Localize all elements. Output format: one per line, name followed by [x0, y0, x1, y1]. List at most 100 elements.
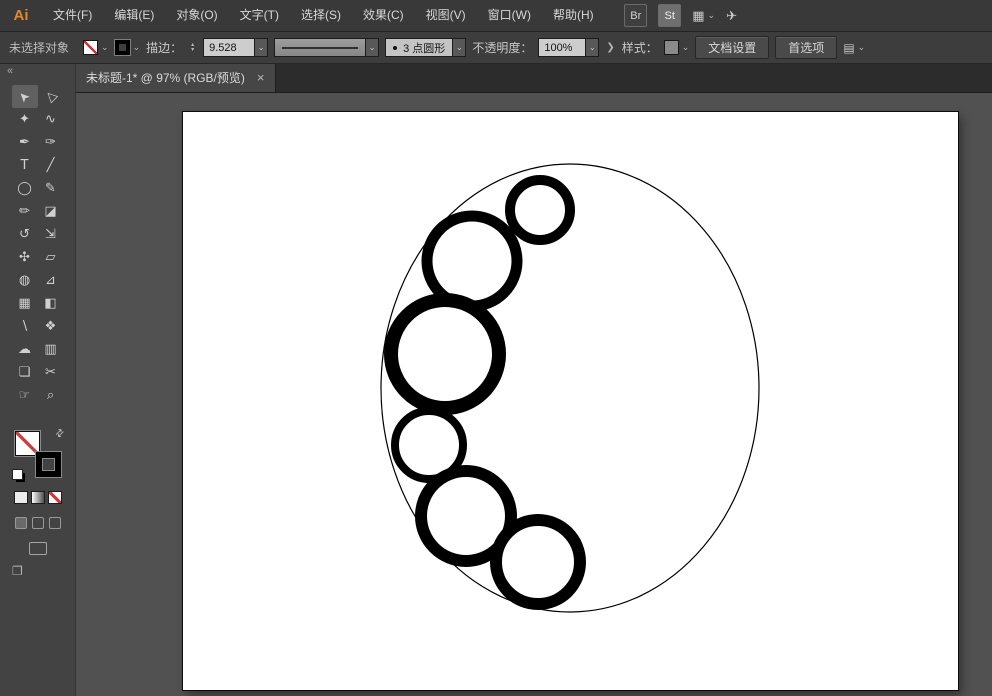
eyedropper-tool-icon: ∖	[20, 319, 28, 334]
symbol-sprayer-tool[interactable]: ☁	[12, 338, 38, 361]
chevron-down-icon: ⌄	[133, 42, 141, 53]
menu-item[interactable]: 对象(O)	[165, 0, 228, 31]
opacity-field[interactable]: 100%	[538, 38, 586, 57]
menubar-right: Br St ▦ ⌄ ✈	[624, 4, 737, 27]
menu-item[interactable]: 文字(T)	[229, 0, 290, 31]
fill-color-dropdown[interactable]: ⌄	[83, 40, 109, 55]
type-tool[interactable]: T	[12, 154, 38, 177]
panel-options-dropdown[interactable]: ▤ ⌄	[843, 41, 865, 55]
bridge-button[interactable]: Br	[624, 4, 647, 27]
scale-tool-icon: ⇲	[45, 227, 56, 242]
width-profile-dropdown-arrow[interactable]: ⌄	[366, 38, 379, 57]
pen-tool[interactable]: ✒	[12, 131, 38, 154]
menu-item[interactable]: 窗口(W)	[477, 0, 542, 31]
stroke-color-swatch	[115, 40, 130, 55]
swap-fill-stroke-icon[interactable]: ⇄	[53, 427, 67, 441]
menu-item[interactable]: 编辑(E)	[103, 0, 165, 31]
workspace-switcher[interactable]: ▦ ⌄	[692, 8, 715, 24]
default-fill-stroke-icon[interactable]	[12, 469, 23, 480]
circle-path[interactable]	[510, 180, 570, 240]
paintbrush-tool-icon: ✎	[45, 181, 56, 196]
screen-mode-button[interactable]	[29, 542, 47, 555]
draw-behind-button[interactable]	[32, 517, 44, 529]
stroke-color-dropdown[interactable]: ⌄	[115, 40, 141, 55]
artboard-tool[interactable]: ❏	[12, 361, 38, 384]
shape-builder-tool-icon: ◍	[19, 273, 30, 288]
style-dropdown[interactable]: ⌄	[664, 40, 690, 55]
none-button[interactable]	[48, 491, 62, 504]
normal-screen-mode-icon[interactable]: ❐	[12, 564, 75, 578]
paintbrush-tool[interactable]: ✎	[38, 177, 64, 200]
gpu-performance-icon[interactable]: ✈	[726, 8, 737, 24]
artboard[interactable]	[183, 112, 958, 690]
tab-title: 未标题-1* @ 97% (RGB/预览)	[86, 69, 245, 86]
pencil-tool[interactable]: ✏	[12, 200, 38, 223]
circle-path[interactable]	[391, 300, 499, 408]
stroke-swatch[interactable]	[36, 452, 61, 477]
direct-selection-tool-icon: ▷	[42, 88, 60, 106]
line-segment-tool[interactable]: ╱	[38, 154, 64, 177]
tab-close-icon[interactable]: ×	[257, 70, 265, 85]
free-transform-tool[interactable]: ▱	[38, 246, 64, 269]
stroke-width-field[interactable]: 9.528	[203, 38, 255, 57]
gradient-tool[interactable]: ◧	[38, 292, 64, 315]
menu-item[interactable]: 视图(V)	[415, 0, 477, 31]
direct-selection-tool[interactable]: ▷	[38, 85, 64, 108]
brush-name: 3 点圆形	[403, 40, 445, 56]
collapse-panel-icon[interactable]: «	[0, 63, 75, 79]
menu-item[interactable]: 选择(S)	[290, 0, 352, 31]
chevron-down-icon: ⌄	[101, 42, 109, 53]
brush-definition-dropdown-arrow[interactable]: ⌄	[453, 38, 466, 57]
selection-tool[interactable]: ➤	[12, 85, 38, 108]
stepper-down-icon[interactable]: ▾	[188, 48, 197, 53]
shape-builder-tool[interactable]: ◍	[12, 269, 38, 292]
curvature-tool-icon: ✑	[45, 135, 56, 150]
preferences-button[interactable]: 首选项	[775, 36, 837, 59]
canvas-area[interactable]	[75, 92, 992, 696]
ellipse-tool[interactable]: ◯	[12, 177, 38, 200]
eraser-tool[interactable]: ◪	[38, 200, 64, 223]
blend-tool[interactable]: ❖	[38, 315, 64, 338]
gradient-button[interactable]	[31, 491, 45, 504]
perspective-grid-tool[interactable]: ⊿	[38, 269, 64, 292]
rotate-tool[interactable]: ↺	[12, 223, 38, 246]
blend-tool-icon: ❖	[45, 319, 57, 334]
tool-grid: ➤▷✦∿✒ ✑ T ╱ ◯ ✎ ✏◪↺ ⇲ ✣▱ ◍ ⊿ ▦◧ ∖ ❖ ☁ ▥ ❏✂☞⌕	[12, 85, 64, 407]
opacity-value: 100%	[544, 42, 572, 54]
color-button[interactable]	[14, 491, 28, 504]
perspective-grid-tool-icon: ⊿	[45, 273, 56, 288]
mesh-tool[interactable]: ▦	[12, 292, 38, 315]
type-tool-icon: T	[21, 158, 29, 173]
document-tab-bar: 未标题-1* @ 97% (RGB/预览) ×	[75, 63, 992, 93]
opacity-dropdown[interactable]: ⌄	[586, 38, 599, 57]
eyedropper-tool[interactable]: ∖	[12, 315, 38, 338]
width-profile-dropdown[interactable]	[274, 38, 366, 57]
app-logo: Ai	[0, 7, 42, 24]
hand-tool[interactable]: ☞	[12, 384, 38, 407]
menu-item[interactable]: 文件(F)	[42, 0, 103, 31]
opacity-flyout-icon[interactable]: ❯	[605, 42, 615, 53]
brush-definition-dropdown[interactable]: 3 点圆形	[385, 38, 453, 57]
illustrator-window: Ai 文件(F)编辑(E)对象(O)文字(T)选择(S)效果(C)视图(V)窗口…	[0, 0, 992, 696]
slice-tool[interactable]: ✂	[38, 361, 64, 384]
document-tab[interactable]: 未标题-1* @ 97% (RGB/预览) ×	[75, 63, 276, 92]
circle-path[interactable]	[427, 216, 517, 306]
stroke-width-dropdown[interactable]: ⌄	[255, 38, 268, 57]
width-tool[interactable]: ✣	[12, 246, 38, 269]
document-setup-button[interactable]: 文档设置	[695, 36, 769, 59]
column-graph-tool-icon: ▥	[44, 342, 56, 357]
scale-tool[interactable]: ⇲	[38, 223, 64, 246]
column-graph-tool[interactable]: ▥	[38, 338, 64, 361]
stroke-width-stepper[interactable]: ▴ ▾	[188, 43, 197, 53]
lasso-tool[interactable]: ∿	[38, 108, 64, 131]
draw-inside-button[interactable]	[49, 517, 61, 529]
zoom-tool[interactable]: ⌕	[38, 384, 64, 407]
menu-item[interactable]: 帮助(H)	[542, 0, 605, 31]
stock-button[interactable]: St	[658, 4, 681, 27]
draw-normal-button[interactable]	[15, 517, 27, 529]
menu-item[interactable]: 效果(C)	[352, 0, 415, 31]
magic-wand-tool[interactable]: ✦	[12, 108, 38, 131]
curvature-tool[interactable]: ✑	[38, 131, 64, 154]
ellipse-tool-icon: ◯	[17, 181, 32, 196]
circle-path[interactable]	[496, 520, 580, 604]
